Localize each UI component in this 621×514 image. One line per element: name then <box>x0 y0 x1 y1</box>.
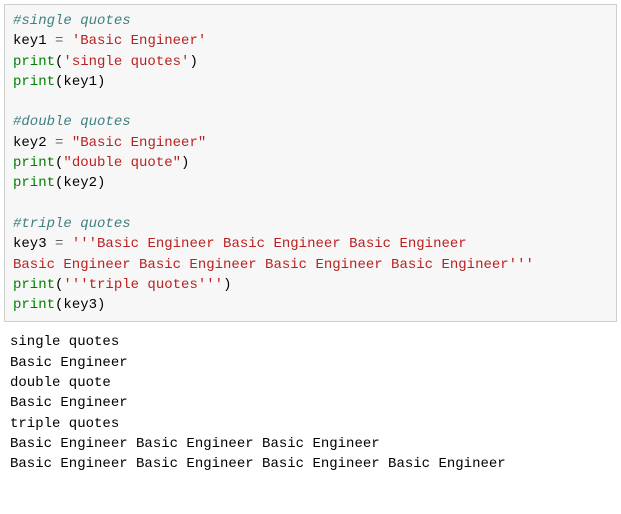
paren: ) <box>223 277 231 293</box>
comment: #single quotes <box>13 13 131 29</box>
paren: ) <box>189 54 197 70</box>
operator: = <box>47 33 72 49</box>
output-cell: single quotes Basic Engineer double quot… <box>0 326 621 480</box>
argument: key2 <box>63 175 97 191</box>
var-name: key1 <box>13 33 47 49</box>
output-line: Basic Engineer <box>10 395 128 411</box>
builtin-print: print <box>13 297 55 313</box>
string-literal: "Basic Engineer" <box>72 135 206 151</box>
builtin-print: print <box>13 175 55 191</box>
output-line: double quote <box>10 375 111 391</box>
builtin-print: print <box>13 74 55 90</box>
argument: key3 <box>63 297 97 313</box>
output-line: Basic Engineer <box>10 355 128 371</box>
paren: ) <box>97 175 105 191</box>
code-cell: #single quotes key1 = 'Basic Engineer' p… <box>4 4 617 322</box>
string-literal: Basic Engineer Basic Engineer Basic Engi… <box>13 257 534 273</box>
output-line: triple quotes <box>10 416 119 432</box>
builtin-print: print <box>13 277 55 293</box>
output-line: Basic Engineer Basic Engineer Basic Engi… <box>10 436 380 452</box>
string-literal: '''Basic Engineer Basic Engineer Basic E… <box>72 236 467 252</box>
operator: = <box>47 236 72 252</box>
paren: ) <box>97 297 105 313</box>
paren: ) <box>97 74 105 90</box>
builtin-print: print <box>13 54 55 70</box>
string-literal: 'single quotes' <box>63 54 189 70</box>
output-line: Basic Engineer Basic Engineer Basic Engi… <box>10 456 506 472</box>
var-name: key2 <box>13 135 47 151</box>
comment: #double quotes <box>13 114 131 130</box>
operator: = <box>47 135 72 151</box>
string-literal: 'Basic Engineer' <box>72 33 206 49</box>
string-literal: '''triple quotes''' <box>63 277 223 293</box>
paren: ) <box>181 155 189 171</box>
var-name: key3 <box>13 236 47 252</box>
output-line: single quotes <box>10 334 119 350</box>
string-literal: "double quote" <box>63 155 181 171</box>
comment: #triple quotes <box>13 216 131 232</box>
builtin-print: print <box>13 155 55 171</box>
argument: key1 <box>63 74 97 90</box>
